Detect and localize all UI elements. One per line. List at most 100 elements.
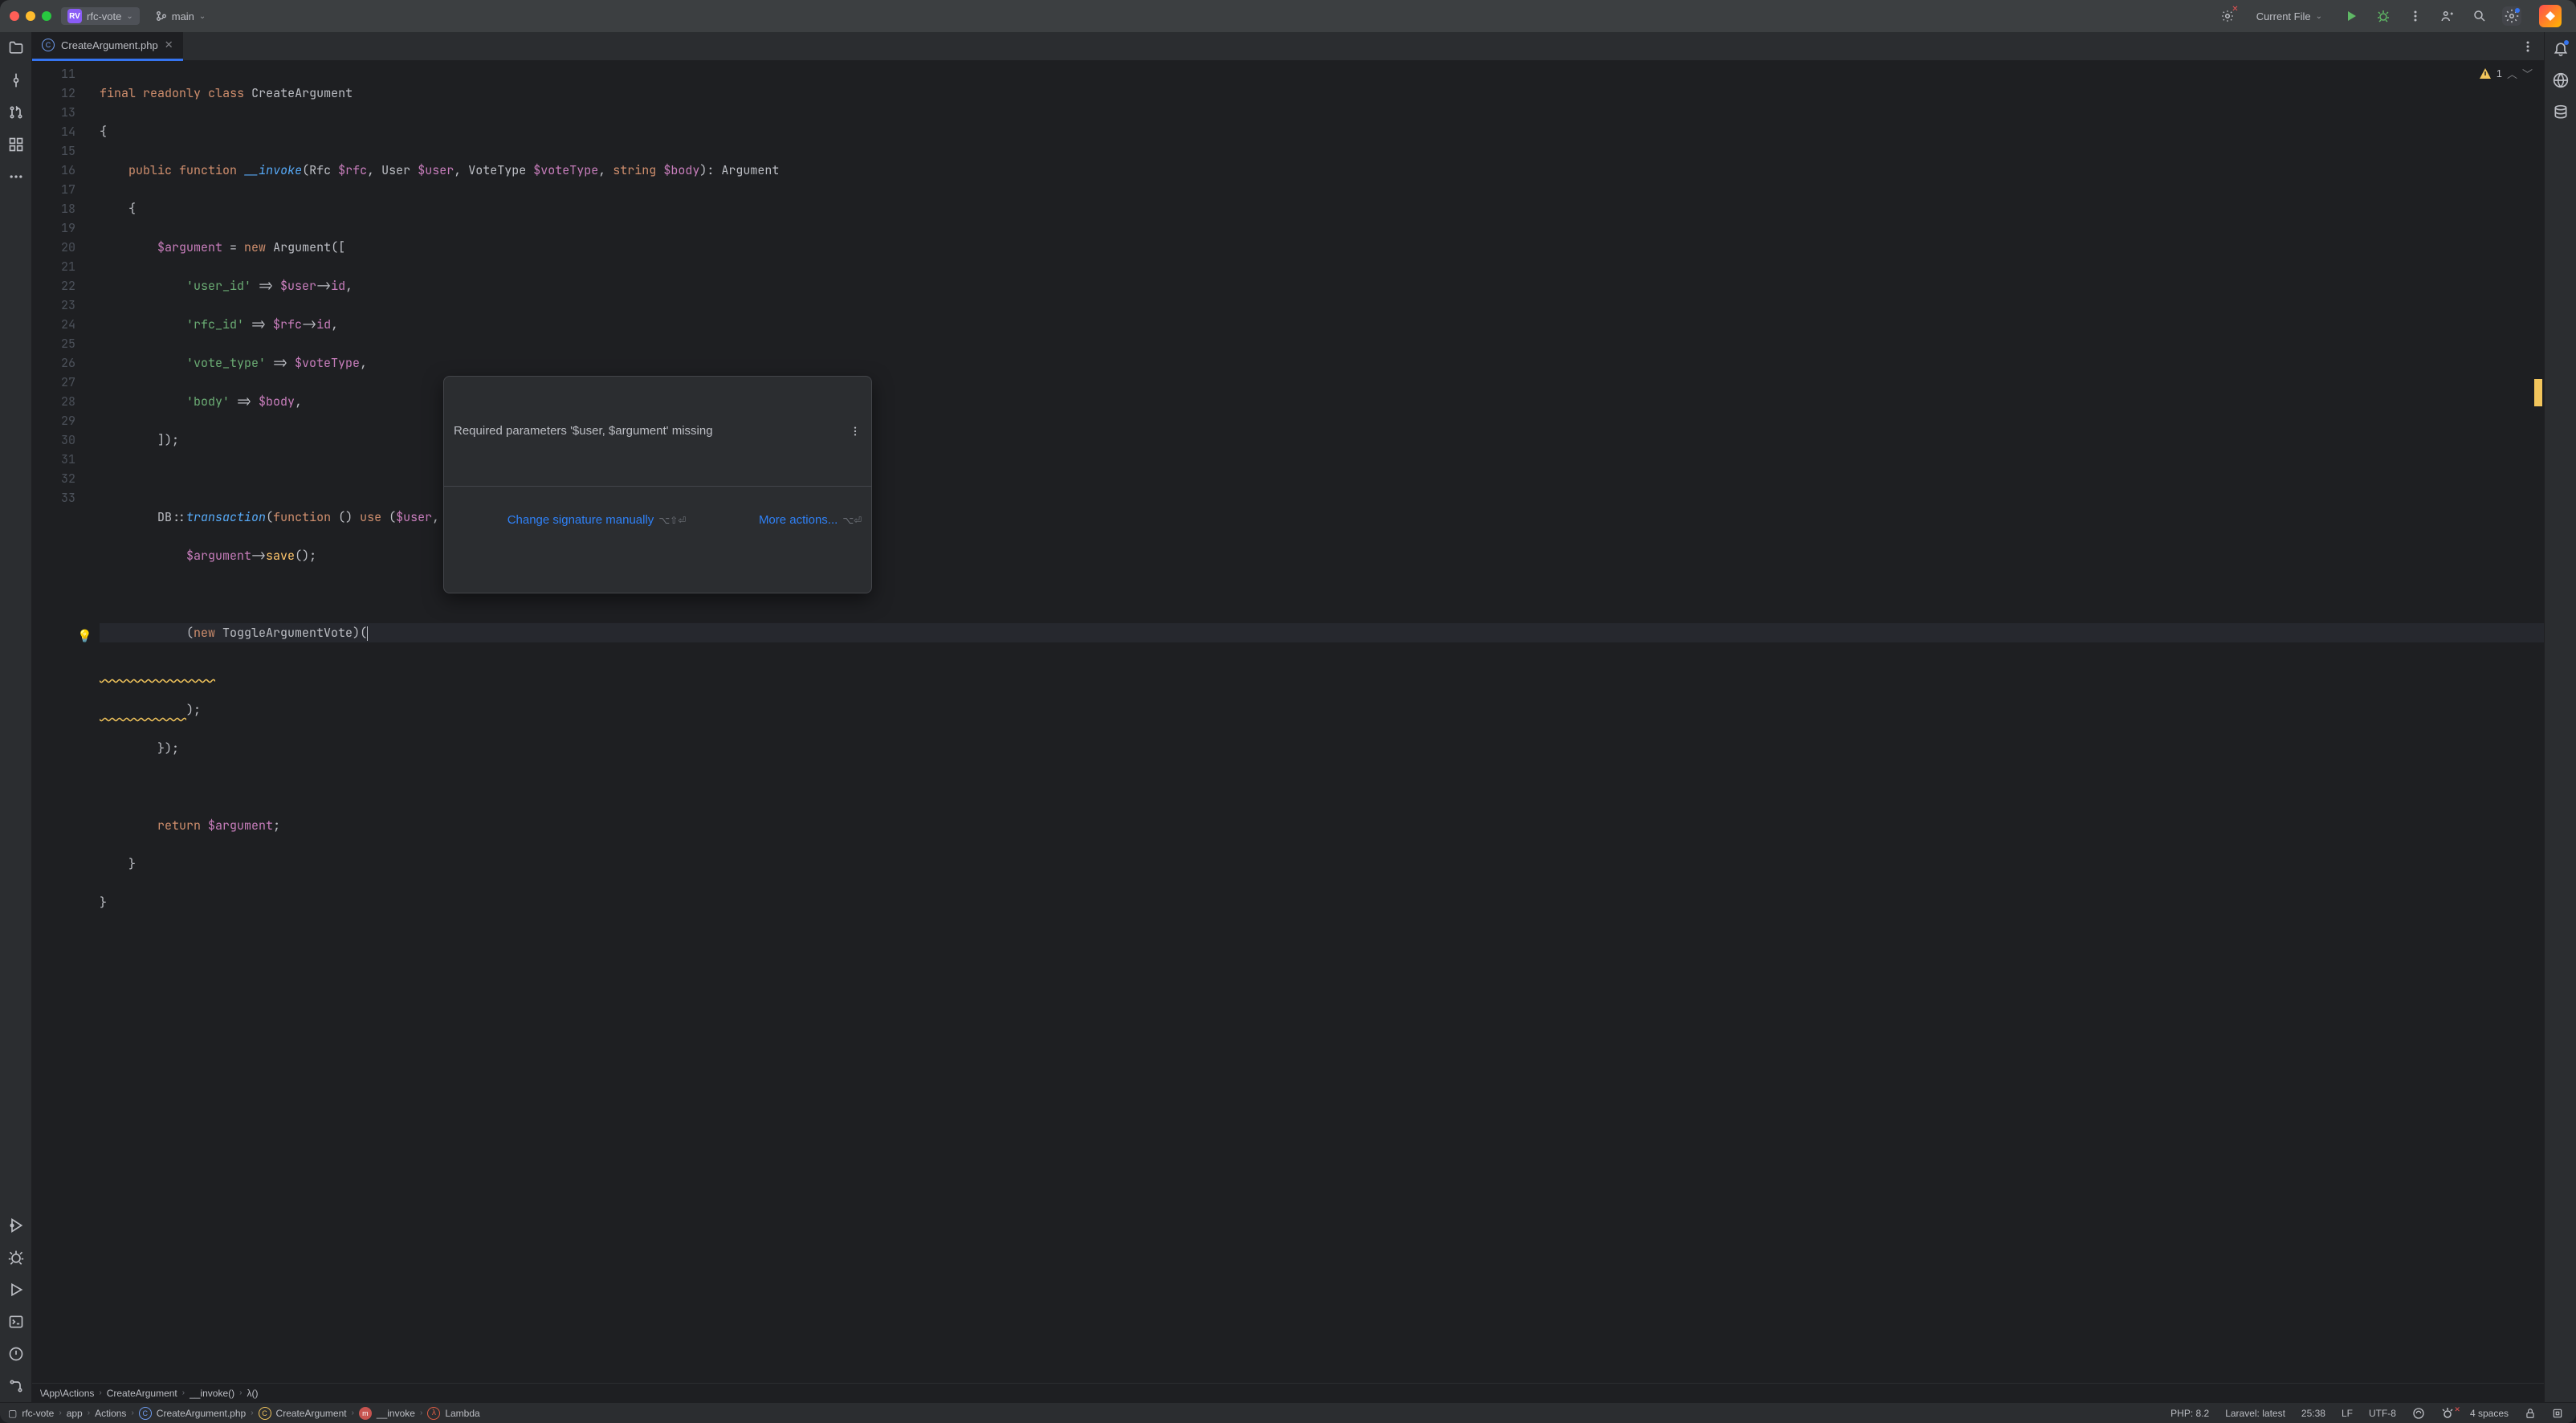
inspection-popup: Required parameters '$user, $argument' m…: [443, 376, 872, 593]
right-tool-rail: [2544, 32, 2576, 1402]
editor-scrollbar[interactable]: [2533, 61, 2544, 1383]
warning-stripe[interactable]: [2534, 379, 2542, 406]
chevron-right-icon: ›: [352, 1409, 354, 1417]
inspections-widget[interactable]: 1 ︿ ﹀: [2479, 66, 2533, 81]
ai-assistant-tool-button[interactable]: [2551, 71, 2570, 90]
terminal-tool-button[interactable]: [6, 1312, 26, 1331]
sb-path[interactable]: app: [67, 1408, 83, 1419]
chevron-right-icon: ›: [239, 1388, 242, 1397]
sb-cursor-position[interactable]: 25:38: [2297, 1408, 2330, 1419]
module-icon: ▢: [8, 1408, 17, 1419]
gutter: 11 12 13 14 15 16 17 18 19 20 21 22 23 2…: [32, 61, 90, 1383]
project-icon: RV: [67, 9, 82, 23]
method-icon: m: [359, 1407, 372, 1420]
class-icon: C: [259, 1407, 271, 1420]
structure-tool-button[interactable]: [6, 135, 26, 154]
close-tab-button[interactable]: ✕: [165, 39, 173, 51]
phpstorm-icon: [2539, 5, 2562, 27]
search-everywhere-button[interactable]: [2470, 6, 2489, 26]
code-content[interactable]: final readonly class CreateArgument { pu…: [90, 61, 2544, 1383]
project-name: rfc-vote: [87, 10, 121, 22]
project-tool-button[interactable]: [6, 39, 26, 58]
zoom-window-button[interactable]: [42, 11, 51, 21]
more-tools-button[interactable]: [6, 167, 26, 186]
chevron-right-icon: ›: [420, 1409, 422, 1417]
chevron-down-icon: ⌄: [2316, 12, 2322, 21]
notifications-tool-button[interactable]: [2551, 39, 2570, 58]
ide-window: RV rfc-vote ⌄ main ⌄ ✕ Current File ⌄: [0, 0, 2576, 1423]
sb-reader-mode-button[interactable]: [2407, 1407, 2430, 1420]
chevron-right-icon: ›: [182, 1388, 185, 1397]
sb-project[interactable]: rfc-vote: [22, 1408, 54, 1419]
more-actions-button[interactable]: [2406, 6, 2425, 26]
sb-class[interactable]: CreateArgument: [276, 1408, 347, 1419]
chevron-right-icon: ›: [59, 1409, 61, 1417]
minimize-window-button[interactable]: [26, 11, 35, 21]
traffic-lights: [10, 11, 51, 21]
vcs-tool-button[interactable]: [6, 1376, 26, 1396]
branch-selector[interactable]: main ⌄: [149, 9, 213, 24]
ide-product-button[interactable]: [2534, 3, 2566, 29]
editor-tab-active[interactable]: C CreateArgument.php ✕: [32, 32, 183, 61]
sb-line-separator[interactable]: LF: [2337, 1408, 2358, 1419]
php-file-icon: C: [139, 1407, 152, 1420]
breadcrumbs: \App\Actions › CreateArgument › __invoke…: [32, 1383, 2544, 1402]
branch-icon: [156, 10, 167, 22]
chevron-right-icon: ›: [88, 1409, 90, 1417]
chevron-down-icon: ⌄: [199, 12, 206, 21]
next-highlight-button[interactable]: ﹀: [2522, 66, 2533, 81]
breadcrumb-lambda[interactable]: λ(): [247, 1388, 258, 1399]
sb-indent[interactable]: 4 spaces: [2465, 1408, 2513, 1419]
sb-xdebug-button[interactable]: ✕: [2436, 1407, 2459, 1420]
project-selector[interactable]: RV rfc-vote ⌄: [61, 7, 140, 25]
chevron-right-icon: ›: [99, 1388, 101, 1397]
close-window-button[interactable]: [10, 11, 19, 21]
editor-body[interactable]: 11 12 13 14 15 16 17 18 19 20 21 22 23 2…: [32, 61, 2544, 1383]
run-tool-button[interactable]: [6, 1280, 26, 1299]
popup-action-change-signature[interactable]: Change signature manually⌥⇧⏎: [454, 491, 686, 549]
run-button[interactable]: [2342, 6, 2361, 26]
branch-name: main: [172, 10, 194, 22]
database-tool-button[interactable]: [2551, 103, 2570, 122]
sb-file[interactable]: CreateArgument.php: [157, 1408, 246, 1419]
chevron-down-icon: ⌄: [126, 12, 132, 21]
breadcrumb-namespace[interactable]: \App\Actions: [40, 1388, 94, 1399]
commit-tool-button[interactable]: [6, 71, 26, 90]
sb-method[interactable]: __invoke: [377, 1408, 415, 1419]
left-tool-rail: [0, 32, 32, 1402]
prev-highlight-button[interactable]: ︿: [2507, 66, 2517, 81]
titlebar: RV rfc-vote ⌄ main ⌄ ✕ Current File ⌄: [0, 0, 2576, 32]
popup-more-button[interactable]: [849, 425, 862, 438]
chevron-right-icon: ›: [131, 1409, 133, 1417]
problems-tool-button[interactable]: [6, 1344, 26, 1364]
main-layout: C CreateArgument.php ✕ 11 12 13 14 15 16: [0, 32, 2576, 1402]
settings-button[interactable]: [2502, 6, 2521, 26]
run-config-selector[interactable]: Current File ⌄: [2250, 9, 2329, 24]
code-with-me-button[interactable]: [2438, 6, 2457, 26]
sb-memory-button[interactable]: [2547, 1408, 2568, 1419]
popup-action-more[interactable]: More actions...⌥⏎: [705, 491, 862, 549]
run-config-label: Current File: [2256, 10, 2311, 22]
pull-requests-tool-button[interactable]: [6, 103, 26, 122]
editor-tabs: C CreateArgument.php ✕: [32, 32, 2544, 61]
services-tool-button[interactable]: [6, 1216, 26, 1235]
sb-path[interactable]: Actions: [95, 1408, 126, 1419]
sb-lock-button[interactable]: [2520, 1408, 2541, 1419]
sb-php-version[interactable]: PHP: 8.2: [2166, 1408, 2214, 1419]
tab-filename: CreateArgument.php: [61, 39, 158, 51]
chevron-right-icon: ›: [251, 1409, 253, 1417]
breadcrumb-method[interactable]: __invoke(): [190, 1388, 234, 1399]
tab-options-button[interactable]: [2518, 37, 2537, 56]
editor-area: C CreateArgument.php ✕ 11 12 13 14 15 16: [32, 32, 2544, 1402]
sb-encoding[interactable]: UTF-8: [2364, 1408, 2401, 1419]
php-file-icon: C: [42, 39, 55, 51]
debug-button[interactable]: [2374, 6, 2393, 26]
intention-bulb-icon[interactable]: 💡: [77, 626, 92, 646]
breadcrumb-class[interactable]: CreateArgument: [107, 1388, 177, 1399]
updates-button[interactable]: ✕: [2218, 6, 2237, 26]
sb-lambda[interactable]: Lambda: [445, 1408, 479, 1419]
status-bar: ▢ rfc-vote › app › Actions › C CreateArg…: [0, 1402, 2576, 1423]
sb-laravel-version[interactable]: Laravel: latest: [2220, 1408, 2290, 1419]
inspection-count: 1: [2497, 67, 2502, 80]
debug-tool-button[interactable]: [6, 1248, 26, 1267]
